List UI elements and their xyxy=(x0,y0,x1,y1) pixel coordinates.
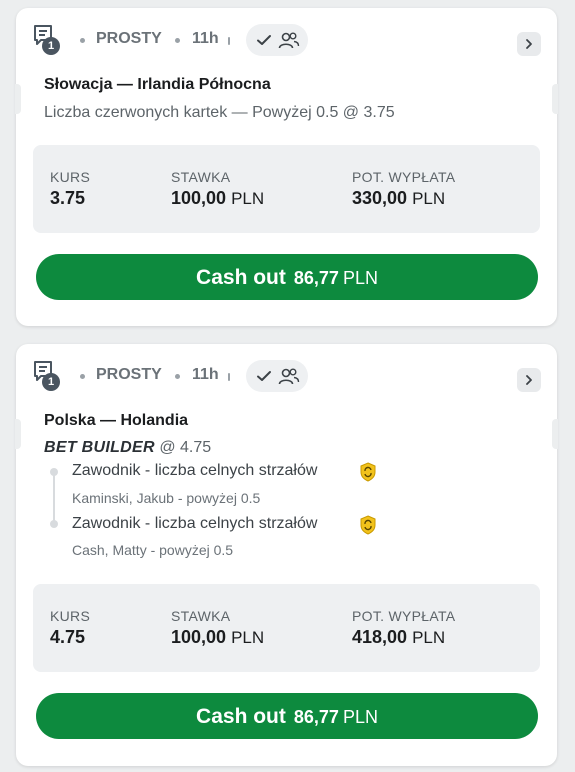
odds-label: KURS xyxy=(50,169,91,185)
separator-dot xyxy=(80,374,85,379)
cash-out-button[interactable]: Cash out 86,77 PLN xyxy=(36,254,538,300)
bet-type: PROSTY xyxy=(96,30,162,47)
payout-label: POT. WYPŁATA xyxy=(352,608,456,624)
separator-tick xyxy=(228,37,230,45)
leg-dot xyxy=(50,520,58,528)
card-notch xyxy=(15,419,21,449)
bet-status-chip[interactable] xyxy=(246,24,308,56)
separator-dot xyxy=(175,38,180,43)
odds-value: 4.75 xyxy=(50,627,86,647)
leg-title: Zawodnik - liczba celnych strzałów xyxy=(72,462,318,479)
boost-shield-icon xyxy=(360,515,376,535)
bet-stats: KURS 4.75 STAWKA 100,00 PLN POT. WYPŁATA … xyxy=(33,584,540,672)
leg-dot xyxy=(50,468,58,476)
bet-header: 1 PROSTY 11h xyxy=(16,24,557,58)
bet-card: 1 PROSTY 11h Słowacja — Irlandia Północn… xyxy=(15,8,558,326)
leg-subtitle: Kaminski, Jakub - powyżej 0.5 xyxy=(72,490,261,506)
bet-type: PROSTY xyxy=(96,366,162,383)
users-icon xyxy=(278,368,300,385)
match-name: Polska — Holandia xyxy=(44,412,189,429)
odds-label: KURS xyxy=(50,608,91,624)
cash-out-button[interactable]: Cash out 86,77 PLN xyxy=(36,693,538,739)
stake-label: STAWKA xyxy=(171,608,231,624)
separator-dot xyxy=(175,374,180,379)
boost-shield-icon xyxy=(360,462,376,482)
legs-connector xyxy=(53,474,55,524)
payout-value: 418,00 PLN xyxy=(352,627,446,647)
separator-tick xyxy=(228,373,230,381)
leg-title: Zawodnik - liczba celnych strzałów xyxy=(72,515,318,532)
bet-card: 1 PROSTY 11h Polska — Holandia BET BUILD… xyxy=(15,344,558,766)
card-notch xyxy=(15,84,21,114)
bet-time: 11h xyxy=(192,366,219,383)
odds-value: 3.75 xyxy=(50,188,86,208)
ticket-icon: 1 xyxy=(32,360,60,391)
check-icon xyxy=(257,35,271,45)
bet-stats: KURS 3.75 STAWKA 100,00 PLN POT. WYPŁATA … xyxy=(33,145,540,233)
bet-builder-row: BET BUILDER @ 4.75 xyxy=(44,439,211,457)
selection-count-badge: 1 xyxy=(42,37,60,55)
stake-label: STAWKA xyxy=(171,169,231,185)
expand-bet-button[interactable] xyxy=(517,32,541,56)
separator-dot xyxy=(80,38,85,43)
expand-bet-button[interactable] xyxy=(517,368,541,392)
ticket-icon: 1 xyxy=(32,24,60,55)
bet-header: 1 PROSTY 11h xyxy=(16,360,557,394)
bet-builder-odds: @ 4.75 xyxy=(159,439,212,456)
users-icon xyxy=(278,32,300,49)
selection-text: Liczba czerwonych kartek — Powyżej 0.5 @… xyxy=(44,104,395,121)
stake-value: 100,00 PLN xyxy=(171,188,265,208)
stake-value: 100,00 PLN xyxy=(171,627,265,647)
card-notch xyxy=(552,84,558,114)
chevron-right-icon xyxy=(526,375,532,385)
bet-builder-label: BET BUILDER xyxy=(44,439,155,456)
bet-status-chip[interactable] xyxy=(246,360,308,392)
chevron-right-icon xyxy=(526,39,532,49)
card-notch xyxy=(552,419,558,449)
match-name: Słowacja — Irlandia Północna xyxy=(44,76,271,93)
selection-count-badge: 1 xyxy=(42,373,60,391)
payout-label: POT. WYPŁATA xyxy=(352,169,456,185)
bet-time: 11h xyxy=(192,30,219,47)
check-icon xyxy=(257,371,271,381)
leg-subtitle: Cash, Matty - powyżej 0.5 xyxy=(72,542,234,558)
payout-value: 330,00 PLN xyxy=(352,188,446,208)
